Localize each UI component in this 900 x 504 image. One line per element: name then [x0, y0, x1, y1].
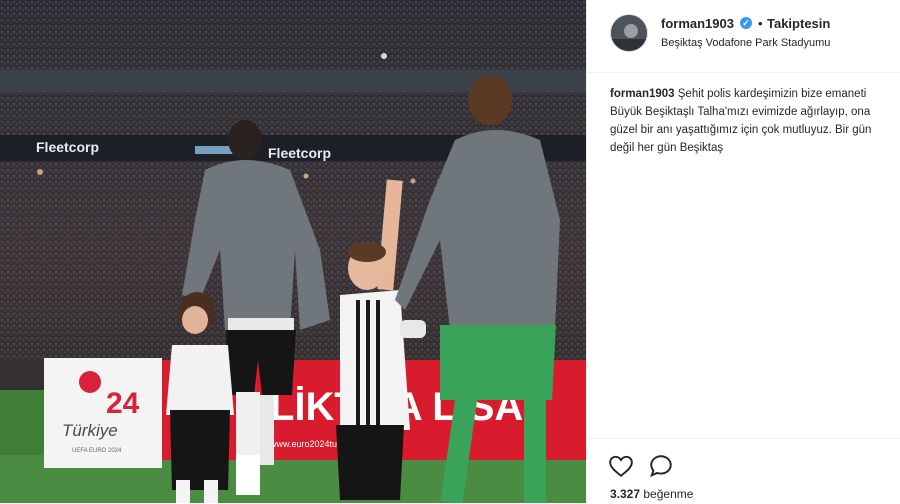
board-left-text: Fleetcorp — [36, 139, 99, 155]
avatar-image — [611, 15, 647, 51]
comment-icon[interactable] — [648, 453, 674, 479]
verified-badge-icon: ✓ — [740, 17, 752, 29]
post-photo: Fleetcorp Fleetcorp 24 Türkiye UEFA EURO… — [0, 0, 586, 503]
ad-logo-ball — [79, 371, 101, 393]
post-username[interactable]: forman1903 — [661, 16, 734, 31]
likes-number: 3.327 — [610, 487, 641, 501]
likes-count[interactable]: 3.327 beğenme — [610, 487, 693, 501]
ad-logo-number: 24 — [106, 387, 140, 420]
post-actions: 3.327 beğenme — [587, 438, 900, 504]
post-sidebar: forman1903 ✓ • Takiptesin Beşiktaş Vodaf… — [586, 0, 900, 503]
likes-label: beğenme — [643, 487, 694, 501]
heart-icon[interactable] — [608, 453, 634, 479]
post-location[interactable]: Beşiktaş Vodafone Park Stadyumu — [661, 37, 830, 49]
post-header: forman1903 ✓ • Takiptesin Beşiktaş Vodaf… — [587, 0, 900, 73]
ad-logo-sub: UEFA EURO 2024 — [72, 448, 122, 454]
avatar[interactable] — [610, 14, 648, 52]
separator-dot: • — [758, 16, 763, 31]
caption-username[interactable]: forman1903 — [610, 88, 675, 100]
ad-logo-text: Türkiye — [62, 421, 118, 440]
follow-status-button[interactable]: Takiptesin — [767, 16, 830, 31]
board-right-text: Fleetcorp — [268, 145, 331, 161]
post-caption: forman1903 Şehit polis kardeşimizin bize… — [610, 85, 890, 157]
